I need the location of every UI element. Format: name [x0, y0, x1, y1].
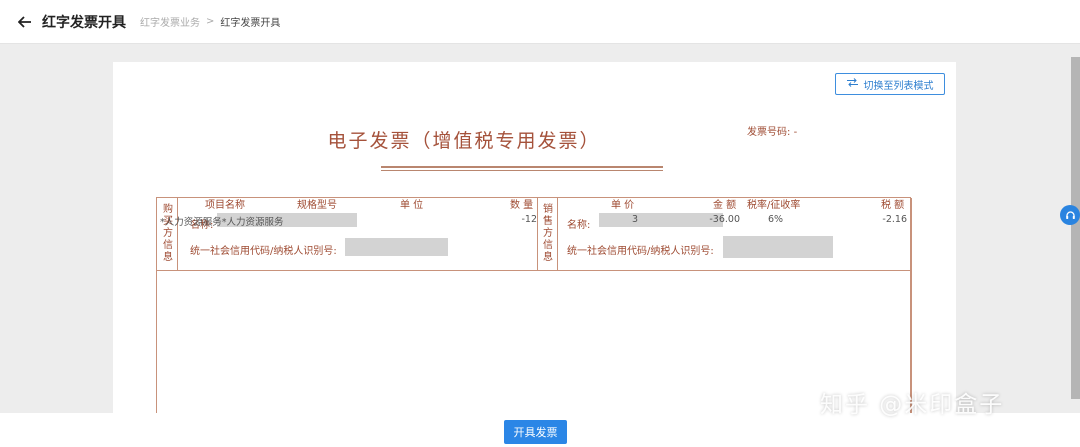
seller-section-label: 销 售 方 信 息	[543, 204, 553, 263]
column-header-tax-amount: 税 额	[881, 200, 905, 211]
divider	[557, 198, 558, 270]
column-header-amount: 金 额	[713, 200, 737, 211]
breadcrumb-current: 红字发票开具	[220, 18, 281, 29]
invoice-number-value: -	[793, 127, 798, 138]
invoice-number-label: 发票号码:	[747, 127, 791, 138]
scrollbar-thumb[interactable]	[1071, 57, 1080, 399]
item-name-cell: *人力资源服务*人力资源服务	[160, 217, 284, 228]
column-header-unit: 单 位	[400, 200, 424, 211]
item-amount-cell: -36.00	[709, 214, 740, 225]
title-underline	[381, 166, 663, 168]
issue-invoice-button[interactable]: 开具发票	[504, 420, 567, 444]
breadcrumb-link-red-invoice-business[interactable]: 红字发票业务	[140, 14, 200, 29]
invoice-document: 切换至列表模式 电子发票（增值税专用发票） 发票号码: - 购 买 方 信 息 …	[113, 62, 956, 428]
seller-tax-id-redacted	[723, 236, 833, 258]
column-header-quantity: 数 量	[510, 200, 534, 211]
column-header-item-name: 项目名称	[205, 200, 245, 211]
divider	[177, 198, 178, 270]
column-header-unit-price: 单 价	[611, 200, 635, 211]
customer-service-button[interactable]	[1060, 205, 1080, 225]
seller-name-label: 名称:	[567, 220, 591, 231]
title-underline	[381, 170, 663, 171]
item-quantity-cell: -12	[521, 214, 537, 225]
buyer-section-label: 购 买 方 信 息	[163, 204, 173, 263]
back-arrow-icon[interactable]	[14, 11, 36, 33]
headset-icon	[1065, 206, 1076, 225]
switch-to-list-mode-label: 切换至列表模式	[863, 80, 934, 92]
swap-icon	[846, 78, 858, 90]
page-title: 红字发票开具	[42, 14, 126, 31]
buyer-tax-id-label: 统一社会信用代码/纳税人识别号:	[190, 246, 337, 257]
item-tax-amount-cell: -2.16	[882, 214, 907, 225]
column-header-tax-rate: 税率/征收率	[747, 200, 801, 211]
buyer-tax-id-redacted	[345, 238, 448, 256]
page-header: 红字发票开具 红字发票业务 > 红字发票开具	[0, 0, 1080, 44]
invoice-title: 电子发票（增值税专用发票）	[327, 130, 601, 152]
divider	[157, 270, 912, 271]
item-unit-price-cell: 3	[631, 214, 638, 225]
watermark-text: 知乎 @米印盒子	[820, 392, 1005, 418]
invoice-table: 购 买 方 信 息 名称: 统一社会信用代码/纳税人识别号: 销 售 方 信 息…	[156, 197, 912, 428]
item-tax-rate-cell: 6%	[768, 214, 784, 225]
invoice-number: 发票号码: -	[747, 123, 797, 138]
switch-to-list-mode-button[interactable]: 切换至列表模式	[835, 73, 945, 95]
seller-tax-id-label: 统一社会信用代码/纳税人识别号:	[567, 246, 714, 257]
column-header-spec: 规格型号	[297, 200, 337, 211]
breadcrumb-separator: >	[206, 16, 215, 27]
divider	[537, 198, 538, 270]
